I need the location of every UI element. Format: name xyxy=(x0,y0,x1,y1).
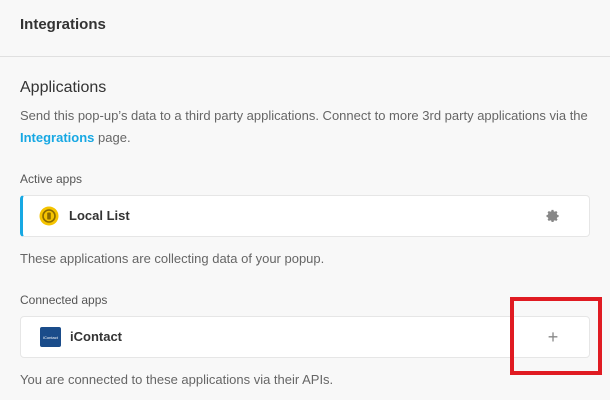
gear-icon[interactable] xyxy=(545,207,561,225)
icontact-icon: iContact xyxy=(40,327,61,347)
active-app-row-local-list[interactable]: Local List xyxy=(20,195,590,237)
page-title: Integrations xyxy=(20,16,106,33)
local-list-icon xyxy=(39,206,59,226)
connected-app-row-icontact[interactable]: iContact iContact + xyxy=(20,316,590,358)
description-text: Send this pop-up’s data to a third party… xyxy=(20,108,588,123)
active-apps-label: Active apps xyxy=(20,172,83,186)
app-name: iContact xyxy=(70,329,122,344)
integrations-panel: Integrations Applications Send this pop-… xyxy=(0,0,610,400)
connected-apps-help-text: You are connected to these applications … xyxy=(20,372,334,387)
highlight-annotation-box xyxy=(510,297,602,375)
applications-description: Send this pop-up’s data to a third party… xyxy=(20,105,590,149)
panel-header: Integrations xyxy=(0,0,610,57)
icontact-icon-text: iContact xyxy=(43,334,58,340)
integrations-link[interactable]: Integrations xyxy=(20,130,94,145)
active-apps-help-text: These applications are collecting data o… xyxy=(20,251,325,266)
description-text-end: page. xyxy=(94,130,131,145)
connected-apps-label: Connected apps xyxy=(20,293,108,307)
applications-heading: Applications xyxy=(20,79,107,96)
app-name: Local List xyxy=(69,208,130,223)
